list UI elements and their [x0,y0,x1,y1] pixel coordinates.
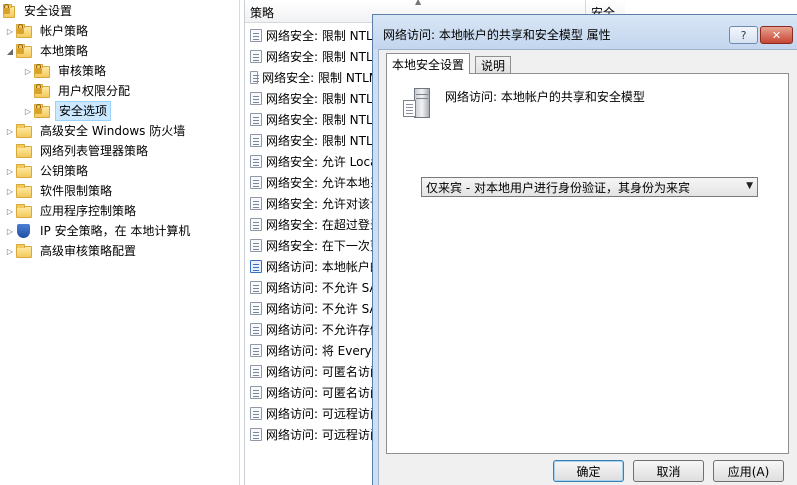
policy-icon [250,385,262,399]
policy-icon [250,343,262,357]
tree-item-firewall[interactable]: ▷ 高级安全 Windows 防火墙 [4,121,188,141]
tree-item-local-policies[interactable]: ◢ 本地策略 [4,41,91,61]
folder-icon [16,164,32,178]
tree-item-account-policies[interactable]: ▷ 帐户策略 [4,21,91,41]
tree-item-software-restriction[interactable]: ▷ 软件限制策略 [4,181,115,201]
close-button[interactable]: ✕ [760,26,793,44]
expand-arrow-icon[interactable]: ▷ [4,21,16,41]
tree-item-security-settings[interactable]: 安全设置 [2,1,75,21]
dropdown-arrow-icon[interactable]: ▼ [746,181,753,191]
tree-item-label: 审核策略 [58,64,107,78]
tree-item-security-options[interactable]: ▷ 安全选项 [22,101,112,121]
expand-arrow-icon[interactable]: ▷ [22,61,34,81]
tree-item-label: 高级审核策略配置 [40,244,137,258]
tab-local-security-setting[interactable]: 本地安全设置 [386,53,471,74]
tree-item-label: 高级安全 Windows 防火墙 [40,124,186,138]
tree-item-audit-policy[interactable]: ▷ 审核策略 [22,61,109,81]
sharing-model-select[interactable]: 仅来宾 - 对本地用户进行身份验证，其身份为来宾 ▼ [421,177,758,197]
tree-item-public-key[interactable]: ▷ 公钥策略 [4,161,91,181]
policy-icon [250,259,262,273]
tree-item-label: 软件限制策略 [40,184,113,198]
expand-arrow-icon[interactable]: ▷ [4,221,16,241]
expand-arrow-icon[interactable]: ▷ [22,101,34,121]
folder-icon [16,244,32,258]
folder-lock-icon [16,24,32,38]
tree-item-label: IP 安全策略，在 本地计算机 [40,224,191,238]
cancel-button[interactable]: 取消 [633,460,704,482]
policy-icon [250,154,262,168]
policy-icon [250,112,262,126]
tree-item-user-rights[interactable]: 用户权限分配 [22,81,133,101]
folder-icon [16,204,32,218]
policy-icon [250,238,262,252]
security-settings-icon [2,4,16,18]
tree-item-label: 应用程序控制策略 [40,204,137,218]
policy-name-label: 网络访问: 本地帐户的共享和安全模型 [445,90,645,104]
folder-lock-icon [34,104,50,118]
folder-lock-icon [34,84,50,98]
ok-button[interactable]: 确定 [553,460,624,482]
help-button[interactable]: ? [729,26,758,44]
policy-icon [250,196,262,210]
select-value: 仅来宾 - 对本地用户进行身份验证，其身份为来宾 [426,180,690,195]
expand-arrow-icon[interactable]: ▷ [4,161,16,181]
policy-icon [250,217,262,231]
policy-icon [250,427,262,441]
tree-item-network-list[interactable]: 网络列表管理器策略 [4,141,151,161]
tree-item-advanced-audit[interactable]: ▷ 高级审核策略配置 [4,241,139,261]
tree-item-label: 安全选项 [55,101,112,121]
policy-icon [250,280,262,294]
tree-item-label: 安全设置 [24,4,73,18]
sort-ascending-icon: ▲ [415,0,422,6]
policy-icon [250,70,260,84]
expand-arrow-icon[interactable]: ▷ [4,201,16,221]
expand-arrow-icon[interactable]: ▷ [4,241,16,261]
tree-item-label: 本地策略 [40,44,89,58]
column-header-policy[interactable]: 策略 [250,4,274,21]
folder-lock-icon [34,64,50,78]
dialog-title-bar[interactable]: 网络访问: 本地帐户的共享和安全模型 属性 ? ✕ [373,15,797,49]
policy-icon [250,364,262,378]
dialog-client-area: 本地安全设置 说明 网络访问: 本地帐户的共享和安全模型 仅来宾 - 对本地用户… [378,49,797,485]
collapse-arrow-icon[interactable]: ◢ [4,41,16,61]
tree-item-label: 公钥策略 [40,164,89,178]
tree-item-label: 用户权限分配 [58,84,131,98]
policy-icon [250,133,262,147]
folder-icon [16,144,32,158]
policy-icon [250,175,262,189]
policy-icon [250,28,262,42]
folder-icon [16,184,32,198]
tab-explain[interactable]: 说明 [475,56,512,74]
server-policy-icon [403,88,433,120]
tree-item-label: 网络列表管理器策略 [40,144,149,158]
tree-item-app-control[interactable]: ▷ 应用程序控制策略 [4,201,139,221]
expand-arrow-icon[interactable]: ▷ [4,181,16,201]
apply-button[interactable]: 应用(A) [713,460,784,482]
tree-item-label: 帐户策略 [40,24,89,38]
policy-icon [250,301,262,315]
policy-icon [250,406,262,420]
tree-item-ip-security[interactable]: ▷ IP 安全策略，在 本地计算机 [4,221,193,241]
policy-icon [250,91,262,105]
policy-icon [250,322,262,336]
dialog-title: 网络访问: 本地帐户的共享和安全模型 属性 [383,28,611,42]
folder-lock-icon [16,44,32,58]
policy-icon [250,49,262,63]
properties-dialog: 网络访问: 本地帐户的共享和安全模型 属性 ? ✕ 本地安全设置 说明 网络访问… [372,14,797,485]
tab-panel: 网络访问: 本地帐户的共享和安全模型 仅来宾 - 对本地用户进行身份验证，其身份… [386,73,789,454]
ip-security-shield-icon [16,224,32,238]
folder-icon [16,124,32,138]
expand-arrow-icon[interactable]: ▷ [4,121,16,141]
console-tree: 安全设置 ▷ 帐户策略 ◢ 本地策略 ▷ 审核策略 用户权限分配 ▷ 安全选项 … [0,0,240,485]
